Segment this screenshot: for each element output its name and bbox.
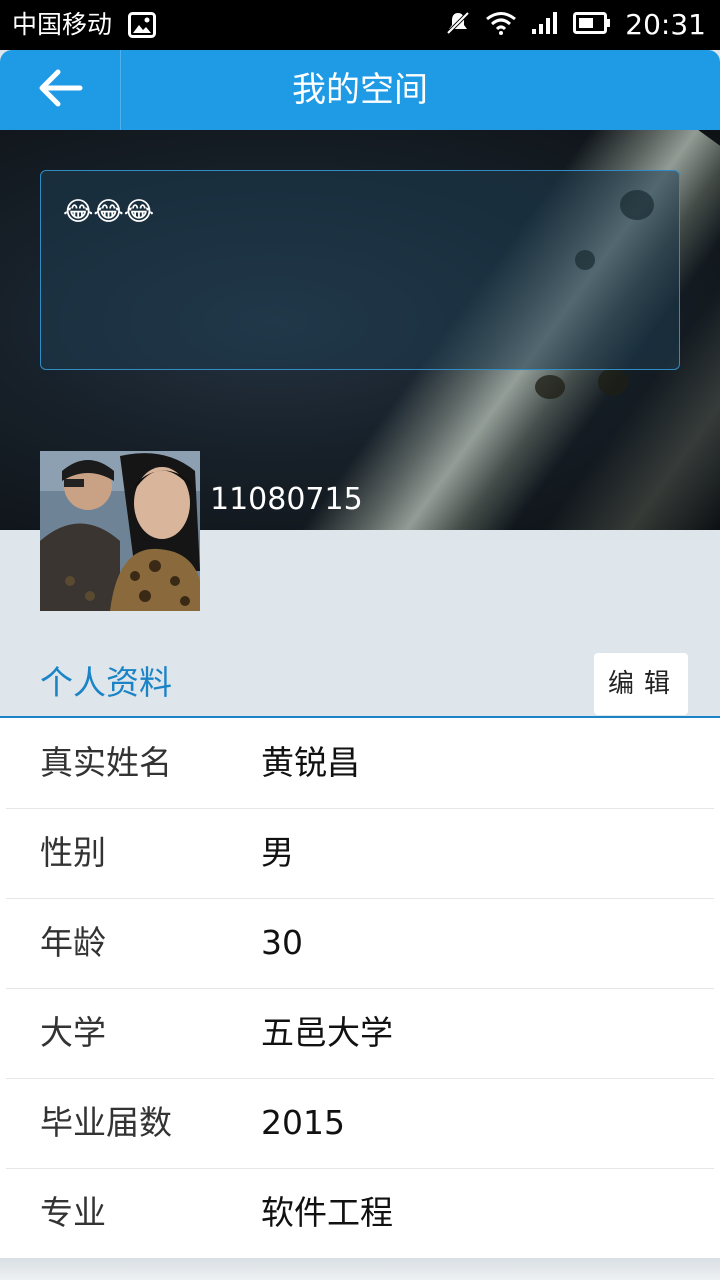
row-value: 五邑大学 xyxy=(261,1013,393,1052)
section-title-profile: 个人资料 xyxy=(40,663,172,702)
cover-photo-spot xyxy=(598,368,628,396)
profile-row-major: 专业 软件工程 xyxy=(0,1168,720,1258)
row-label: 专业 xyxy=(40,1193,106,1232)
battery-icon xyxy=(573,12,611,38)
row-label: 真实姓名 xyxy=(40,743,172,782)
status-message: 😂😂😂 xyxy=(63,197,155,227)
wifi-icon xyxy=(485,11,517,39)
mute-icon xyxy=(445,10,471,40)
status-bar: 中国移动 20:31 xyxy=(0,0,720,50)
profile-row-gender: 性别 男 xyxy=(0,808,720,898)
profile-row-graduation-year: 毕业届数 2015 xyxy=(0,1078,720,1168)
row-label: 性别 xyxy=(40,833,106,872)
row-value: 2015 xyxy=(261,1103,345,1142)
bottom-edge xyxy=(0,1258,720,1280)
row-value: 黄锐昌 xyxy=(261,743,360,782)
back-arrow-icon xyxy=(36,68,84,112)
profile-row-university: 大学 五邑大学 xyxy=(0,988,720,1078)
cover-photo-spot xyxy=(535,375,565,399)
row-value: 男 xyxy=(261,833,294,872)
username: 11080715 xyxy=(210,482,363,517)
clock: 20:31 xyxy=(625,8,706,41)
profile-list: 真实姓名 黄锐昌 性别 男 年龄 30 大学 五邑大学 毕业届数 2015 专业… xyxy=(0,718,720,1258)
signal-icon xyxy=(531,11,559,39)
avatar[interactable] xyxy=(40,451,200,611)
app-bar-divider xyxy=(120,50,121,130)
row-value: 30 xyxy=(261,923,303,962)
row-label: 毕业届数 xyxy=(40,1103,172,1142)
app-bar: 我的空间 xyxy=(0,50,720,130)
edit-button[interactable]: 编辑 xyxy=(594,653,688,715)
gallery-icon xyxy=(128,12,156,42)
back-button[interactable] xyxy=(0,50,120,130)
status-message-box[interactable]: 😂😂😂 xyxy=(40,170,680,370)
row-value: 软件工程 xyxy=(261,1193,393,1232)
carrier-name: 中国移动 xyxy=(12,10,113,39)
profile-row-real-name: 真实姓名 黄锐昌 xyxy=(0,718,720,808)
row-label: 大学 xyxy=(40,1013,106,1052)
profile-row-age: 年龄 30 xyxy=(0,898,720,988)
row-label: 年龄 xyxy=(40,923,106,962)
